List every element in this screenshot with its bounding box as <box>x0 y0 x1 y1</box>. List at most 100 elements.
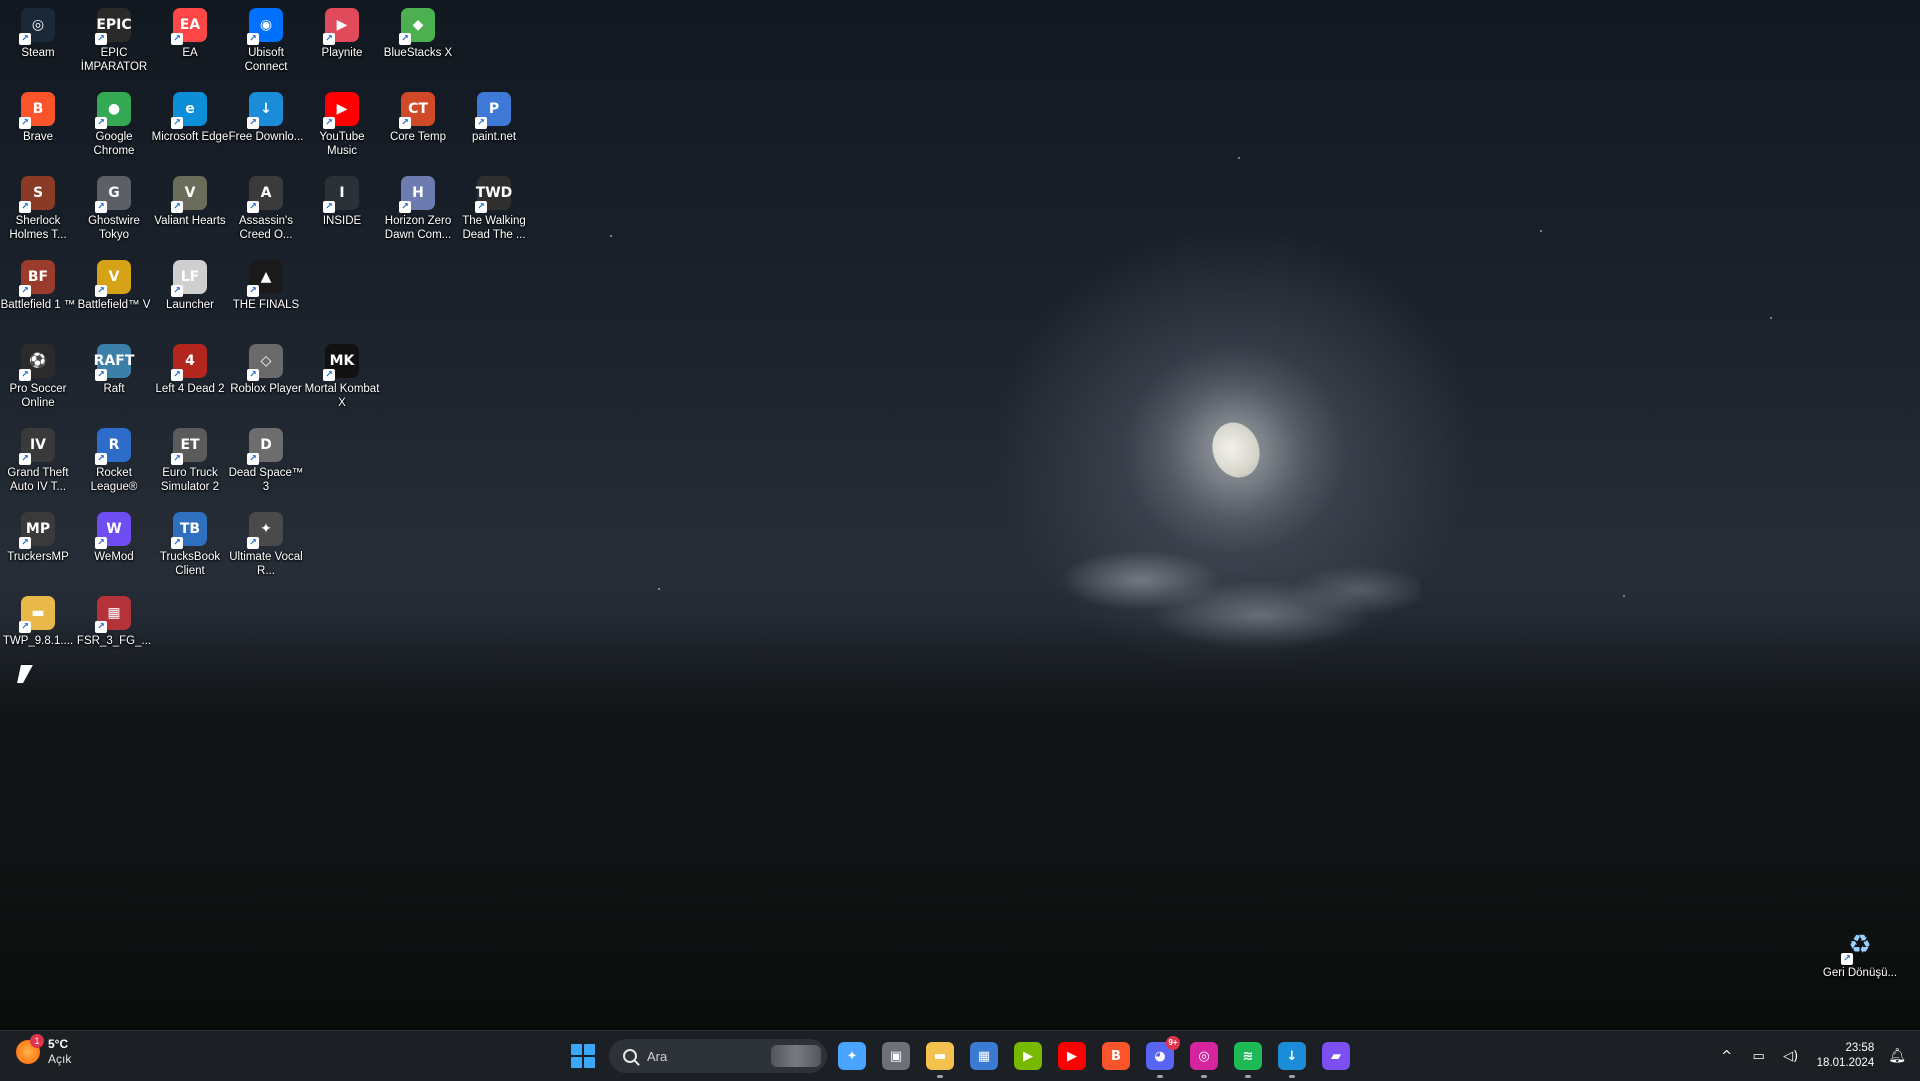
desktop-icon[interactable]: ▶ Playnite <box>304 8 380 60</box>
star <box>1540 230 1542 232</box>
desktop-icon-label: Playnite <box>321 47 363 59</box>
desktop-icon-label: EPIC İMPARATOR <box>80 47 148 73</box>
brave-taskbar-button[interactable]: B <box>1102 1042 1130 1070</box>
desktop-icon-label: Euro Truck Simulator 2 <box>160 467 220 493</box>
desktop-icon[interactable]: 4 Left 4 Dead 2 <box>152 344 228 396</box>
instagram-taskbar-button[interactable]: ◎ <box>1190 1042 1218 1078</box>
desktop-icon-label: Dead Space™ 3 <box>228 467 304 493</box>
app-icon: D <box>247 428 283 465</box>
desktop-icon[interactable]: ▦ FSR_3_FG_... <box>76 596 152 648</box>
desktop-icon[interactable]: W WeMod <box>76 512 152 564</box>
desktop-icon-label: INSIDE <box>322 215 362 227</box>
desktop-icon[interactable]: BF Battlefield 1 ™ <box>0 260 76 312</box>
app-icon: ▦ <box>95 596 131 633</box>
app-icon: MP <box>19 512 55 549</box>
weather-widget[interactable]: 1 5°C Açık <box>16 1034 71 1067</box>
app-icon: e <box>171 92 207 129</box>
taskbar-search[interactable]: Ara <box>609 1039 827 1073</box>
app-icon: G <box>95 176 131 213</box>
copilot-taskbar-button[interactable]: ✦ <box>838 1042 866 1070</box>
desktop-icon[interactable]: ⚽Pro Soccer Online <box>0 344 76 410</box>
app-icon: EPIC <box>95 8 132 45</box>
start-button[interactable] <box>571 1044 595 1068</box>
spotify-taskbar-button[interactable]: ≋ <box>1234 1042 1262 1078</box>
network-icon[interactable]: ▭ <box>1749 1046 1769 1066</box>
desktop-icon[interactable]: HHorizon Zero Dawn Com... <box>380 176 456 242</box>
desktop-icon-label: Steam <box>21 47 55 59</box>
discord-taskbar-button[interactable]: ◕ 9+ <box>1146 1036 1180 1078</box>
desktop-icon[interactable]: ◆ BlueStacks X <box>380 8 456 60</box>
desktop-icon[interactable]: TWDThe Walking Dead The ... <box>456 176 532 242</box>
desktop-icon[interactable]: V Battlefield™ V <box>76 260 152 312</box>
file-explorer-icon: ▬ <box>933 1048 947 1064</box>
desktop-icon[interactable]: RAFT Raft <box>76 344 152 396</box>
desktop-icon[interactable]: MP TruckersMP <box>0 512 76 564</box>
app-icon: ● <box>95 92 131 129</box>
desktop-icon[interactable]: DDead Space™ 3 <box>228 428 304 494</box>
desktop-icon[interactable]: Ppaint.net <box>456 92 532 144</box>
app-icon: B <box>19 92 55 129</box>
desktop-icon[interactable]: I INSIDE <box>304 176 380 228</box>
desktop-icon[interactable]: ▶YouTube Music <box>304 92 380 158</box>
app-icon: ▲ <box>247 260 283 297</box>
notification-bell-icon[interactable]: 🔔︎ <box>1888 1048 1906 1064</box>
desktop-icon[interactable]: ◎ Steam <box>0 8 76 60</box>
desktop-icon[interactable]: EPICEPIC İMPARATOR <box>76 8 152 74</box>
file-explorer-taskbar-button[interactable]: ▬ <box>926 1042 954 1078</box>
desktop-icon[interactable]: IVGrand Theft Auto IV T... <box>0 428 76 494</box>
app-icon: S <box>19 176 55 213</box>
desktop-icon[interactable]: ●Google Chrome <box>76 92 152 158</box>
desktop-icon[interactable]: CT Core Temp <box>380 92 456 144</box>
notification-badge: 9+ <box>1166 1036 1180 1050</box>
desktop-icon[interactable]: RRocket League® <box>76 428 152 494</box>
app-icon: W <box>95 512 131 549</box>
desktop-icon-label: paint.net <box>471 131 517 143</box>
desktop-icon-label: Roblox Player <box>230 383 302 395</box>
nvidia-taskbar-button[interactable]: ▶ <box>1014 1042 1042 1070</box>
clock[interactable]: 23:58 18.01.2024 <box>1817 1041 1875 1071</box>
desktop-icon[interactable]: V Valiant Hearts <box>152 176 228 228</box>
microsoft-store-taskbar-button[interactable]: ▦ <box>970 1042 998 1070</box>
desktop-icon[interactable]: B Brave <box>0 92 76 144</box>
desktop-icon[interactable]: AAssassin's Creed O... <box>228 176 304 242</box>
app-icon: ⚽ <box>19 344 55 381</box>
desktop-icon[interactable]: ↓ Free Downlo... <box>228 92 304 144</box>
desktop-icon[interactable]: EA EA <box>152 8 228 60</box>
desktop-icon[interactable]: TBTrucksBook Client <box>152 512 228 578</box>
desktop-icon[interactable]: ◉Ubisoft Connect <box>228 8 304 74</box>
recycle-bin[interactable]: ♻ Geri Dönüşü... <box>1822 928 1898 980</box>
weather-moon-icon: 1 <box>16 1034 44 1064</box>
app-icon: ✦ <box>247 512 283 549</box>
desktop-icon[interactable]: ▬ TWP_9.8.1.... <box>0 596 76 648</box>
clipchamp-taskbar-button[interactable]: ▰ <box>1322 1042 1350 1070</box>
app-icon: LF <box>171 260 207 297</box>
desktop-icon-label: Ultimate Vocal R... <box>229 551 303 577</box>
weather-badge: 1 <box>30 1034 44 1048</box>
desktop-icon-label: Microsoft Edge <box>151 131 229 143</box>
app-icon: ◇ <box>247 344 283 381</box>
desktop-icon[interactable]: ▲ THE FINALS <box>228 260 304 312</box>
desktop-icon-label: WeMod <box>94 551 134 563</box>
chevron-up-icon[interactable]: ^ <box>1717 1046 1737 1066</box>
desktop-icon[interactable]: ETEuro Truck Simulator 2 <box>152 428 228 494</box>
star <box>610 235 612 237</box>
desktop-icon[interactable]: MKMortal Kombat X <box>304 344 380 410</box>
desktop-icon[interactable]: e Microsoft Edge <box>152 92 228 144</box>
forest-silhouette <box>0 620 1920 1030</box>
desktop-icon[interactable]: SSherlock Holmes T... <box>0 176 76 242</box>
search-icon <box>623 1049 637 1063</box>
copilot-icon: ✦ <box>846 1048 858 1064</box>
desktop-icon[interactable]: LF Launcher <box>152 260 228 312</box>
desktop-icon[interactable]: ◇ Roblox Player <box>228 344 304 396</box>
instagram-icon: ◎ <box>1198 1048 1210 1064</box>
desktop-icon[interactable]: GGhostwire Tokyo <box>76 176 152 242</box>
star <box>1770 317 1772 319</box>
desktop-icon-label: BlueStacks X <box>383 47 453 59</box>
desktop-icon[interactable]: ✦Ultimate Vocal R... <box>228 512 304 578</box>
youtube-music-taskbar-button[interactable]: ▶ <box>1058 1042 1086 1070</box>
volume-icon[interactable]: ◁) <box>1781 1046 1801 1066</box>
task-view-taskbar-button[interactable]: ▣ <box>882 1042 910 1070</box>
app-icon: ◎ <box>19 8 55 45</box>
free-download-manager-taskbar-button[interactable]: ↓ <box>1278 1042 1306 1078</box>
app-icon: TB <box>171 512 207 549</box>
